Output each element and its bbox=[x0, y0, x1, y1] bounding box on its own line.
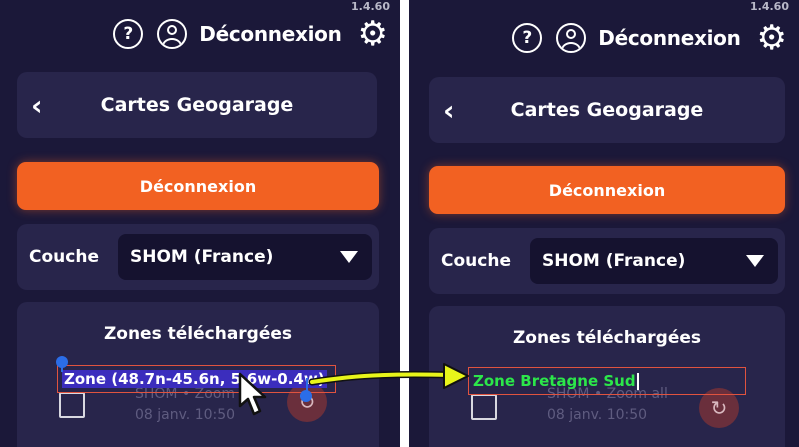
arrow-head-icon bbox=[443, 363, 469, 389]
transition-arrow bbox=[308, 363, 469, 389]
